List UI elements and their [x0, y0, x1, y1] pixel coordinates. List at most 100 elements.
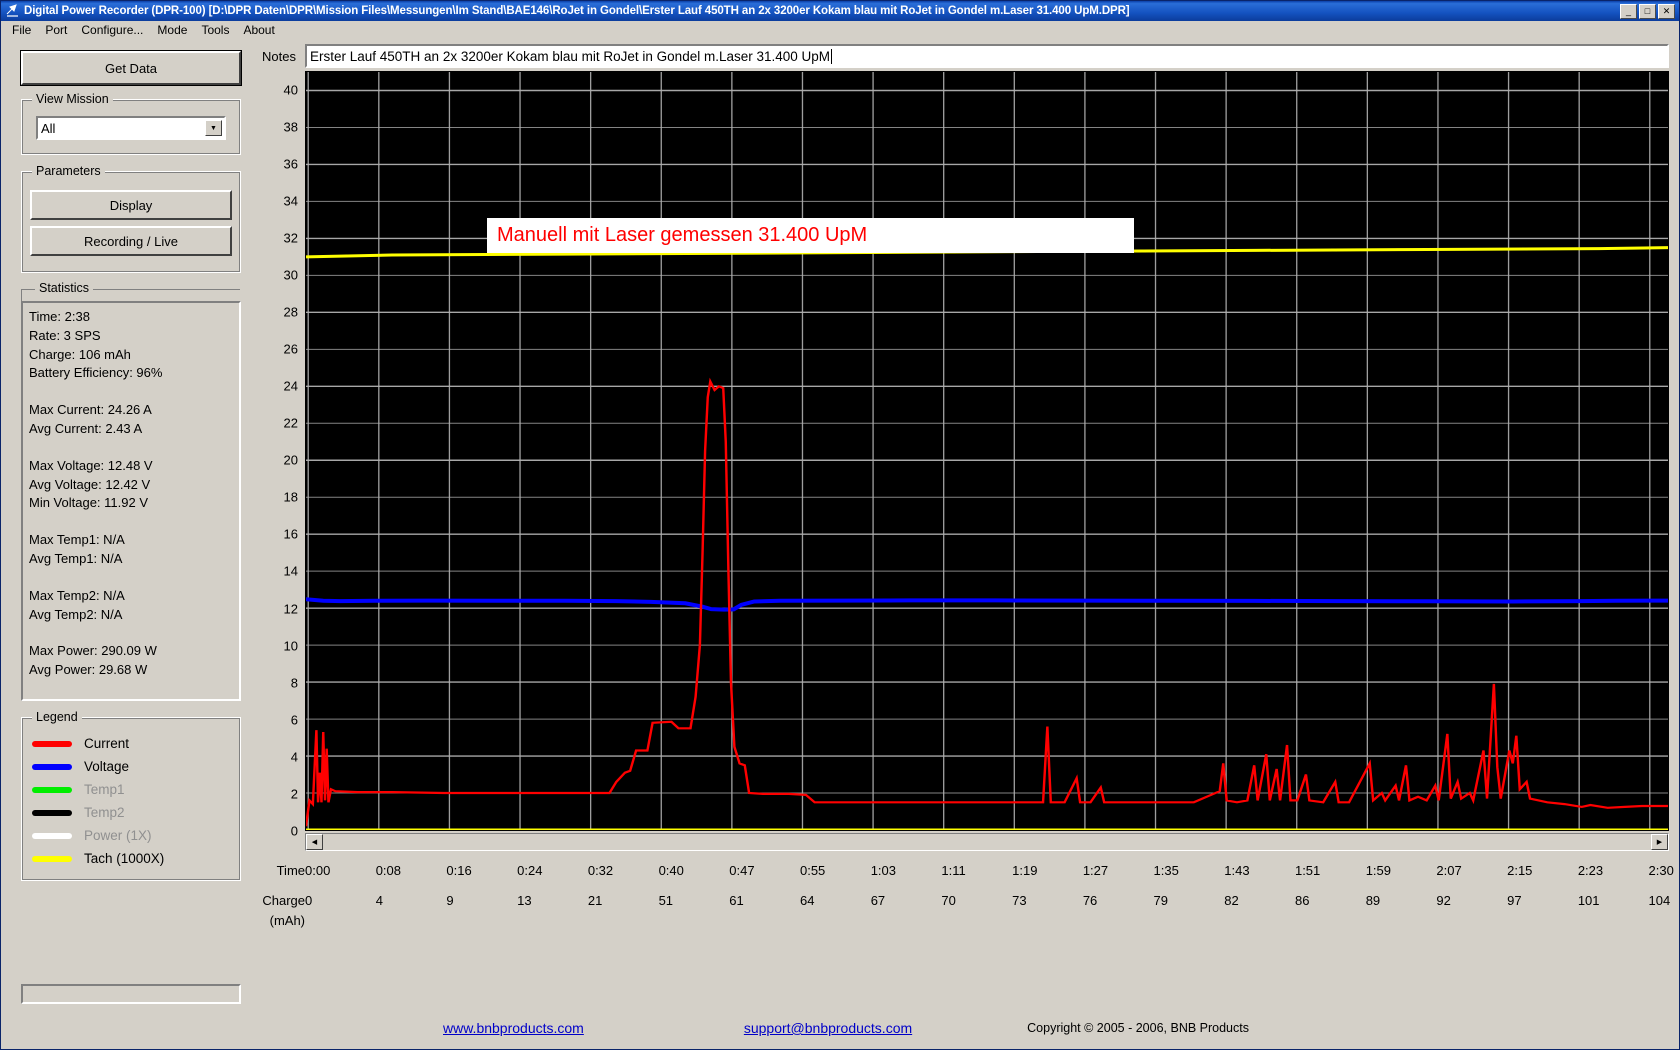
x-axis-charge-label: Charge [262, 893, 305, 908]
legend-item-power[interactable]: Power (1X) [24, 824, 240, 847]
stat-spacer [29, 624, 235, 642]
y-tick-8: 8 [290, 675, 298, 691]
x-axis-charge-unit: (mAh) [269, 913, 305, 928]
legend-color-temp2 [32, 809, 72, 816]
legend-item-voltage[interactable]: Voltage [24, 755, 240, 778]
view-mission-title: View Mission [32, 92, 113, 106]
status-bar [21, 984, 241, 1004]
x-tick-time-2: 0:16 [446, 863, 472, 878]
x-tick-time-18: 2:23 [1577, 863, 1604, 878]
scrollbar-track[interactable] [323, 834, 1651, 850]
notes-input[interactable]: Erster Lauf 450TH an 2x 3200er Kokam bla… [305, 44, 1669, 68]
y-tick-10: 10 [283, 638, 298, 654]
stat-max-temp1: Max Temp1: N/A [29, 532, 125, 548]
maximize-button[interactable]: □ [1639, 3, 1656, 19]
plot-background [306, 72, 1668, 830]
x-tick-charge-6: 61 [729, 893, 744, 908]
x-tick-time-12: 1:35 [1153, 863, 1179, 878]
notes-label: Notes [262, 48, 296, 64]
y-tick-20: 20 [283, 452, 298, 468]
x-axis-labels: Time Charge (mAh) 0:00 0 0:08 4 0:16 9 0:24 13 0… [253, 855, 1673, 935]
parameters-title: Parameters [32, 164, 105, 178]
stat-min-voltage: Min Voltage: 11.92 V [29, 495, 149, 511]
left-sidebar: Get Data View Mission All ▼ Parameters D… [1, 43, 253, 1049]
y-tick-12: 12 [283, 601, 298, 617]
y-tick-38: 38 [283, 119, 298, 135]
scrollbar-row: ◀ ▶ [253, 833, 1669, 851]
mission-select[interactable]: All ▼ [36, 116, 226, 140]
close-button[interactable]: ✕ [1658, 3, 1675, 19]
statistics-panel: Time: 2:38 Rate: 3 SPS Charge: 106 mAh B… [21, 301, 241, 701]
x-tick-time-15: 1:59 [1365, 863, 1391, 878]
y-tick-30: 30 [283, 267, 298, 283]
legend-color-tach [32, 855, 72, 862]
x-tick-time-10: 1:19 [1012, 863, 1038, 878]
legend-color-power [32, 832, 72, 839]
statistics-title: Statistics [35, 281, 94, 295]
recording-live-button[interactable]: Recording / Live [30, 226, 232, 256]
x-tick-charge-17: 97 [1507, 893, 1522, 908]
app-icon [5, 3, 21, 19]
menu-about[interactable]: About [236, 21, 281, 39]
legend-label-voltage: Voltage [84, 759, 130, 774]
parameters-group: Parameters Display Recording / Live [21, 164, 241, 273]
menu-tools[interactable]: Tools [194, 21, 236, 39]
x-tick-time-16: 2:07 [1436, 863, 1462, 878]
legend-item-tach[interactable]: Tach (1000X) [24, 847, 240, 870]
footer: www.bnbproducts.com support@bnbproducts.… [253, 1015, 1669, 1041]
x-tick-time-0: 0:00 [305, 863, 331, 878]
legend-item-temp1[interactable]: Temp1 [24, 778, 240, 801]
support-email-link[interactable]: support@bnbproducts.com [744, 1020, 912, 1036]
get-data-button[interactable]: Get Data [20, 50, 242, 86]
stat-spacer [29, 383, 235, 401]
copyright-text: Copyright © 2005 - 2006, BNB Products [1027, 1021, 1249, 1035]
y-axis: 0 2 4 6 8 10 12 14 16 18 20 22 24 26 28 30 32 34 36 38 40 [253, 71, 305, 838]
website-link[interactable]: www.bnbproducts.com [443, 1020, 584, 1036]
legend-group: Legend Current Voltage Temp1 Temp2 Power… [21, 710, 241, 881]
window-controls: _ □ ✕ [1620, 3, 1677, 19]
x-tick-charge-10: 73 [1012, 893, 1027, 908]
legend-title: Legend [32, 710, 82, 724]
y-tick-28: 28 [283, 304, 298, 320]
scroll-right-button[interactable]: ▶ [1651, 834, 1668, 850]
stat-max-current: Max Current: 24.26 A [29, 402, 152, 418]
display-button[interactable]: Display [30, 190, 232, 220]
legend-item-current[interactable]: Current [24, 732, 240, 755]
stat-max-voltage: Max Voltage: 12.48 V [29, 457, 153, 473]
stat-avg-power: Avg Power: 29.68 W [29, 662, 148, 678]
mission-select-value: All [41, 120, 56, 136]
menu-configure[interactable]: Configure... [74, 21, 150, 39]
application-window: Digital Power Recorder (DPR-100) [D:\DPR… [0, 0, 1680, 1050]
stat-max-power: Max Power: 290.09 W [29, 643, 157, 659]
horizontal-scrollbar[interactable]: ◀ ▶ [305, 833, 1669, 851]
legend-color-voltage [32, 763, 72, 770]
chart-plot-area[interactable]: Manuell mit Laser gemessen 31.400 UpM [305, 71, 1669, 831]
minimize-button[interactable]: _ [1620, 3, 1637, 19]
y-tick-26: 26 [283, 341, 298, 357]
menu-mode[interactable]: Mode [150, 21, 194, 39]
stat-avg-temp2: Avg Temp2: N/A [29, 606, 123, 622]
x-tick-charge-11: 76 [1082, 893, 1098, 908]
chevron-down-icon[interactable]: ▼ [205, 120, 222, 136]
x-tick-time-4: 0:32 [587, 863, 614, 878]
stat-spacer [29, 439, 235, 457]
chart-column: Notes Erster Lauf 450TH an 2x 3200er Kok… [253, 43, 1679, 1049]
stat-max-temp2: Max Temp2: N/A [29, 587, 125, 603]
x-axis-time-label: Time [276, 863, 305, 878]
y-tick-24: 24 [283, 378, 298, 394]
y-tick-16: 16 [283, 526, 298, 542]
menu-file[interactable]: File [5, 21, 38, 39]
x-tick-charge-2: 9 [446, 893, 454, 908]
legend-item-temp2[interactable]: Temp2 [24, 801, 240, 824]
x-tick-charge-0: 0 [305, 893, 313, 908]
x-tick-charge-13: 82 [1224, 893, 1239, 908]
x-tick-charge-16: 92 [1436, 893, 1451, 908]
y-tick-36: 36 [283, 156, 298, 172]
menu-port[interactable]: Port [38, 21, 74, 39]
legend-label-temp2: Temp2 [84, 805, 125, 820]
stat-avg-temp1: Avg Temp1: N/A [29, 550, 123, 566]
x-tick-charge-7: 64 [799, 893, 815, 908]
text-caret [831, 48, 833, 64]
y-tick-2: 2 [290, 786, 298, 802]
scroll-left-button[interactable]: ◀ [306, 834, 323, 850]
